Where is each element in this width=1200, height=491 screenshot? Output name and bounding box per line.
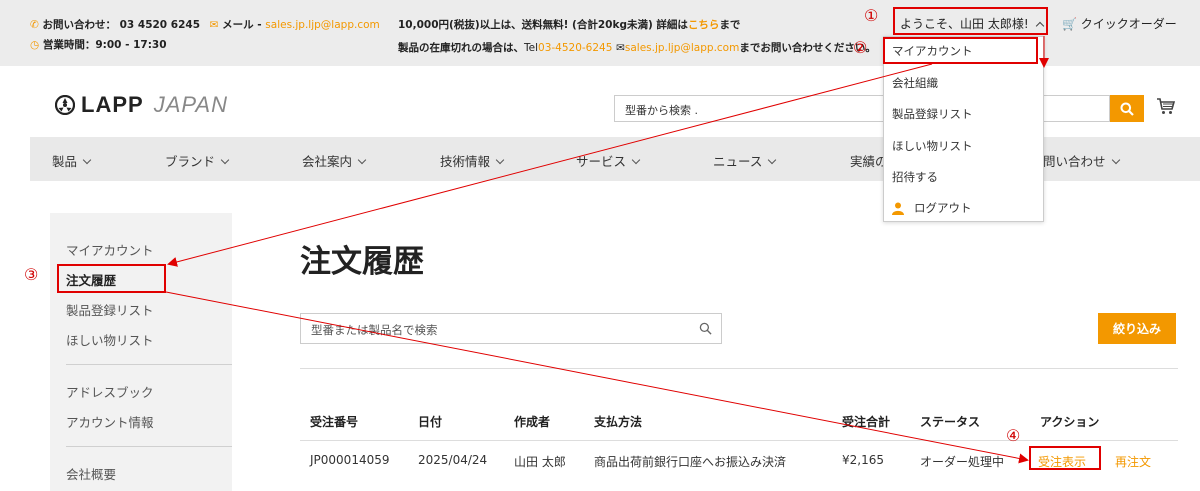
chevron-down-icon [495,155,505,165]
nav-brands[interactable]: ブランド [165,151,230,170]
sidebar-divider [66,446,232,447]
chevron-down-icon [82,155,92,165]
nav-company[interactable]: 会社案内 [302,151,367,170]
product-search-button[interactable] [1110,95,1144,122]
column-header-status[interactable]: ステータス [920,413,980,430]
annotation-box-order-history [57,264,166,293]
dropdown-item-wishlist[interactable]: ほしい物リスト [892,138,973,154]
mail-link[interactable]: sales.jp.ljp@lapp.com [265,19,379,31]
nav-references-label: 実績の [850,154,888,169]
stock-mail-icon: ✉ [616,42,625,54]
stock-notice: 製品の在庫切れの場合は、Tel03-4520-6245 ✉sales.jp.lj… [398,40,876,55]
sidebar-divider [66,364,232,365]
sidebar-item-company-profile[interactable]: 会社概要 [66,464,116,483]
logo-brand: LAPP [81,92,144,117]
search-icon [1120,102,1134,116]
page-title: 注文履歴 [300,244,424,280]
stock-notice-text: 製品の在庫切れの場合は、 [398,42,524,54]
annotation-number-1: ① [864,6,879,25]
business-hours: ◷ 営業時間：9:00 - 17:30 [30,37,167,52]
cell-date: 2025/04/24 [418,453,488,467]
nav-contact[interactable]: 問い合わせ [1043,151,1120,170]
order-search-input[interactable]: 型番または製品名で検索 [300,313,722,344]
product-search-placeholder: 型番から検索 . [625,104,698,117]
filter-button[interactable]: 絞り込み [1098,313,1176,344]
hours-text: 営業時間：9:00 - 17:30 [42,39,167,51]
contact-label: お問い合わせ： [42,19,116,31]
sidebar-item-wishlist[interactable]: ほしい物リスト [66,330,154,349]
nav-references[interactable]: 実績の [850,151,888,170]
content-divider [300,368,1178,369]
annotation-number-2: ② [853,38,868,57]
nav-products-label: 製品 [52,154,78,169]
cart-button[interactable] [1156,96,1176,120]
user-icon [892,202,904,215]
sidebar-item-product-registration[interactable]: 製品登録リスト [66,300,154,319]
logo-emblem-icon [55,95,75,115]
column-header-order-no[interactable]: 受注番号 [310,413,358,430]
shipping-notice-text: 10,000円(税抜)以上は、送料無料! (合計20kg未満) 詳細は [398,19,688,31]
nav-brands-label: ブランド [165,154,216,169]
shipping-notice-suffix: まで [719,19,741,31]
logout-label: ログアウト [914,201,972,215]
quick-order-link[interactable]: 🛒 クイックオーダー [1062,15,1177,32]
chevron-down-icon [631,155,641,165]
mail-icon: ✉ [209,19,219,31]
nav-technical-label: 技術情報 [440,154,491,169]
cell-total: ¥2,165 [842,453,884,467]
cart-icon [1157,98,1176,114]
column-header-creator[interactable]: 作成者 [514,413,550,430]
column-header-payment[interactable]: 支払方法 [594,413,642,430]
nav-service-label: サービス [576,154,627,169]
annotation-box-welcome [893,7,1048,35]
sidebar-item-address-book[interactable]: アドレスブック [66,382,154,401]
mail-label: メール - [222,19,266,31]
cell-status: オーダー処理中 [920,455,1005,469]
cell-payment: 商品出荷前銀行口座へお振込み決済 [594,455,787,469]
sidebar-item-account-info[interactable]: アカウント情報 [66,412,154,431]
logo-sub: JAPAN [153,92,228,117]
dropdown-item-logout[interactable]: ログアウト [892,200,972,216]
contact-line: ✆ お問い合わせ： 03 4520 6245 ✉ メール - sales.jp.… [30,17,380,32]
nav-products[interactable]: 製品 [52,151,92,170]
search-icon[interactable] [699,322,712,335]
annotation-number-4: ④ [1006,426,1021,445]
dropdown-item-product-registration[interactable]: 製品登録リスト [892,106,973,122]
chevron-down-icon [1111,155,1120,165]
quick-order-label: クイックオーダー [1080,17,1177,31]
nav-technical[interactable]: 技術情報 [440,151,505,170]
column-header-action: アクション [1040,415,1100,429]
nav-news[interactable]: ニュース [713,151,777,170]
cell-order-no: JP000014059 [310,453,390,467]
column-header-total[interactable]: 受注合計 [842,413,890,430]
cart-small-icon: 🛒 [1062,17,1077,31]
order-search-placeholder: 型番または製品名で検索 [311,323,438,337]
tel-prefix: Tel [524,42,539,54]
chevron-down-icon [357,155,367,165]
sidebar-item-my-account[interactable]: マイアカウント [66,240,154,259]
annotation-box-view-order [1029,446,1101,470]
dropdown-item-company[interactable]: 会社組織 [892,75,938,91]
nav-company-label: 会社案内 [302,154,353,169]
nav-news-label: ニュース [713,154,763,169]
reorder-link[interactable]: 再注文 [1115,453,1151,470]
phone-number[interactable]: 03 4520 6245 [120,19,200,31]
stock-mail-link[interactable]: sales.jp.ljp@lapp.com [625,42,739,54]
phone-icon: ✆ [30,19,39,31]
shipping-details-link[interactable]: こちら [688,19,720,31]
chevron-down-icon [768,155,777,165]
clock-icon: ◷ [30,39,40,51]
site-logo[interactable]: LAPP JAPAN [55,92,228,118]
nav-service[interactable]: サービス [576,151,641,170]
annotation-box-my-account [883,37,1038,64]
column-header-date[interactable]: 日付 [418,413,442,430]
annotation-number-3: ③ [24,265,39,284]
chevron-down-icon [220,155,230,165]
shipping-notice: 10,000円(税抜)以上は、送料無料! (合計20kg未満) 詳細はこちらまで [398,17,740,32]
dropdown-item-invite[interactable]: 招待する [892,169,938,185]
table-header-divider [300,440,1178,441]
cell-creator: 山田 太郎 [514,455,566,469]
nav-contact-label: 問い合わせ [1043,154,1106,169]
stock-tel-link[interactable]: 03-4520-6245 [538,42,612,54]
